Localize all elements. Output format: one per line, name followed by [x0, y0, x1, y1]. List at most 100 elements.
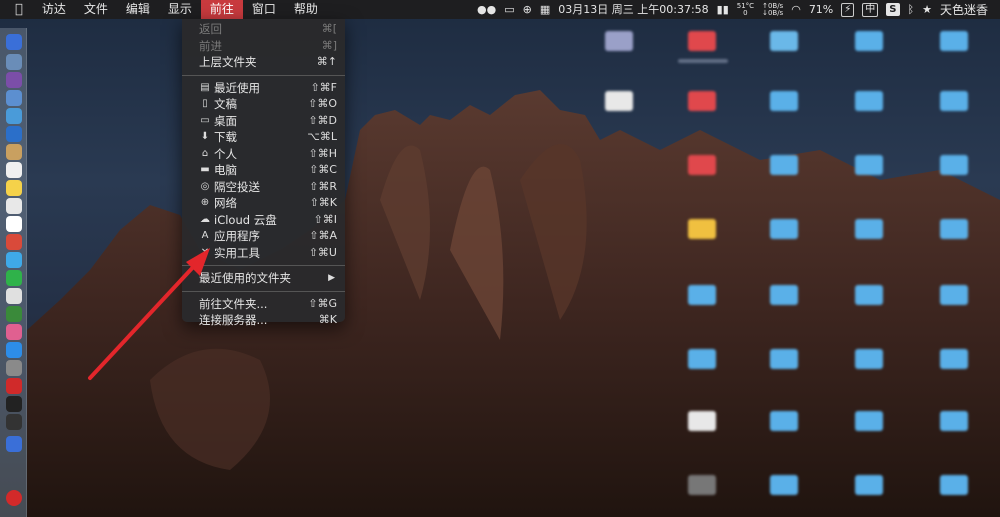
pages-icon[interactable] — [6, 288, 22, 304]
menu-item-documents[interactable]: ▯ 文稿 ⇧⌘O — [182, 96, 345, 113]
desktop-folder-icon[interactable] — [940, 155, 968, 175]
go-menu-dropdown: 返回 ⌘[ 前进 ⌘] 上层文件夹 ⌘↑ ▤ 最近使用 ⇧⌘F ▯ 文稿 ⇧⌘O… — [182, 19, 345, 327]
desktop-folder-icon[interactable] — [940, 219, 968, 239]
globe-icon[interactable]: ⊕ — [523, 0, 532, 19]
star-icon[interactable]: ★ — [922, 0, 932, 19]
menu-window[interactable]: 窗口 — [243, 0, 285, 19]
desktop-folder-icon[interactable] — [770, 219, 798, 239]
desktop-folder-icon[interactable] — [770, 411, 798, 431]
s-app-icon[interactable]: S — [886, 3, 900, 16]
desktop-folder-icon[interactable] — [770, 349, 798, 369]
menu-go[interactable]: 前往 — [200, 0, 243, 19]
safari-icon[interactable] — [6, 90, 22, 106]
desktop-file-icon[interactable] — [688, 475, 716, 495]
notification-icon[interactable]: ▭ — [504, 0, 514, 19]
menu-finder[interactable]: 访达 — [33, 0, 75, 19]
menu-item-forward[interactable]: 前进 ⌘] — [182, 38, 345, 55]
vivaldi-icon[interactable] — [6, 378, 22, 394]
desktop-folder-icon[interactable] — [688, 349, 716, 369]
desktop-folder-icon[interactable] — [855, 155, 883, 175]
vpn-icon[interactable] — [6, 436, 22, 452]
desktop-folder-icon[interactable] — [770, 91, 798, 111]
facetime-icon[interactable] — [6, 270, 22, 286]
menu-item-back[interactable]: 返回 ⌘[ — [182, 21, 345, 38]
desktop-folder-icon[interactable] — [940, 411, 968, 431]
bluetooth-icon[interactable]: ᛒ — [908, 0, 915, 19]
calendar-app-icon[interactable] — [6, 162, 22, 178]
desktop-folder-icon[interactable] — [688, 91, 716, 111]
menu-item-enclosing-folder[interactable]: 上层文件夹 ⌘↑ — [182, 54, 345, 71]
menu-item-connect-to-server[interactable]: 连接服务器... ⌘K — [182, 312, 345, 329]
desktop-folder-icon[interactable] — [855, 349, 883, 369]
terminal-icon[interactable] — [6, 396, 22, 412]
desktop-folder-icon[interactable] — [770, 155, 798, 175]
menu-item-applications[interactable]: A 应用程序 ⇧⌘A — [182, 228, 345, 245]
wifi-icon[interactable]: ◠ — [791, 0, 801, 19]
desktop-folder-icon[interactable] — [770, 475, 798, 495]
battery-percent[interactable]: 71% — [809, 0, 833, 19]
menu-item-icloud-drive[interactable]: ☁ iCloud 云盘 ⇧⌘I — [182, 212, 345, 229]
desktop-file-icon[interactable] — [688, 411, 716, 431]
desktop-folder-icon[interactable] — [940, 91, 968, 111]
photos-icon[interactable] — [6, 234, 22, 250]
desktop-folder-icon[interactable] — [940, 475, 968, 495]
menu-help[interactable]: 帮助 — [285, 0, 327, 19]
app-icon[interactable] — [6, 108, 22, 124]
desktop-folder-icon[interactable] — [770, 31, 798, 51]
menu-item-utilities[interactable]: ✕ 实用工具 ⇧⌘U — [182, 245, 345, 262]
dots-icon[interactable]: ●● — [477, 0, 496, 19]
desktop-folder-icon[interactable] — [855, 411, 883, 431]
system-preferences-icon[interactable] — [6, 360, 22, 376]
input-method-icon[interactable]: 中 — [862, 2, 879, 17]
desktop-folder-icon[interactable] — [855, 285, 883, 305]
numbers-icon[interactable] — [6, 306, 22, 322]
menu-item-go-to-folder[interactable]: 前往文件夹... ⇧⌘G — [182, 296, 345, 313]
desktop-folder-icon[interactable] — [940, 349, 968, 369]
temperature[interactable]: 51°C 0 — [737, 0, 754, 19]
desktop-folder-icon[interactable] — [940, 285, 968, 305]
menu-item-network[interactable]: ⊕ 网络 ⇧⌘K — [182, 195, 345, 212]
menu-edit[interactable]: 编辑 — [117, 0, 159, 19]
desktop-folder-icon[interactable] — [688, 285, 716, 305]
menu-view[interactable]: 显示 — [159, 0, 201, 19]
bars-icon[interactable]: ▮▮ — [717, 0, 729, 19]
siri-icon[interactable] — [6, 54, 22, 70]
launchpad-icon[interactable] — [6, 72, 22, 88]
reminders-icon[interactable] — [6, 198, 22, 214]
notes-icon[interactable] — [6, 180, 22, 196]
desktop-folder-icon[interactable] — [855, 91, 883, 111]
menu-item-home[interactable]: ⌂ 个人 ⇧⌘H — [182, 146, 345, 163]
desktop-folder-icon[interactable] — [688, 31, 716, 51]
user-name[interactable]: 天色迷香 — [940, 1, 988, 18]
netease-music-icon[interactable] — [6, 490, 22, 506]
desktop-folder-icon[interactable] — [855, 475, 883, 495]
menu-item-recent-folders[interactable]: 最近使用的文件夹 ▶ — [182, 270, 345, 287]
desktop-folder-icon[interactable] — [855, 219, 883, 239]
desktop-file-icon[interactable] — [605, 31, 633, 51]
menu-item-recents[interactable]: ▤ 最近使用 ⇧⌘F — [182, 80, 345, 97]
menu-item-desktop[interactable]: ▭ 桌面 ⇧⌘D — [182, 113, 345, 130]
textedit-icon[interactable] — [6, 216, 22, 232]
menu-item-downloads[interactable]: ⬇ 下载 ⌥⌘L — [182, 129, 345, 146]
calendar-icon[interactable]: ▦ — [540, 0, 550, 19]
desktop-folder-icon[interactable] — [855, 31, 883, 51]
desktop-folder-icon[interactable] — [688, 155, 716, 175]
xcode-icon[interactable] — [6, 126, 22, 142]
activity-monitor-icon[interactable] — [6, 414, 22, 430]
messages-icon[interactable] — [6, 252, 22, 268]
finder-icon[interactable] — [6, 34, 22, 50]
desktop-folder-icon[interactable] — [940, 31, 968, 51]
menu-item-computer[interactable]: ▬ 电脑 ⇧⌘C — [182, 162, 345, 179]
desktop-folder-icon[interactable] — [770, 285, 798, 305]
battery-icon[interactable]: ⚡ — [841, 2, 855, 17]
menu-item-airdrop[interactable]: ◎ 隔空投送 ⇧⌘R — [182, 179, 345, 196]
network-speed[interactable]: ↑0B/s ↓0B/s — [762, 0, 783, 19]
clock[interactable]: 03月13日 周三 上午00:37:58 — [558, 0, 708, 19]
contacts-icon[interactable] — [6, 144, 22, 160]
app-store-icon[interactable] — [6, 342, 22, 358]
desktop-folder-icon[interactable] — [688, 219, 716, 239]
desktop-file-icon[interactable] — [605, 91, 633, 111]
menu-file[interactable]: 文件 — [75, 0, 117, 19]
apple-icon[interactable]:  — [0, 2, 33, 17]
music-icon[interactable] — [6, 324, 22, 340]
